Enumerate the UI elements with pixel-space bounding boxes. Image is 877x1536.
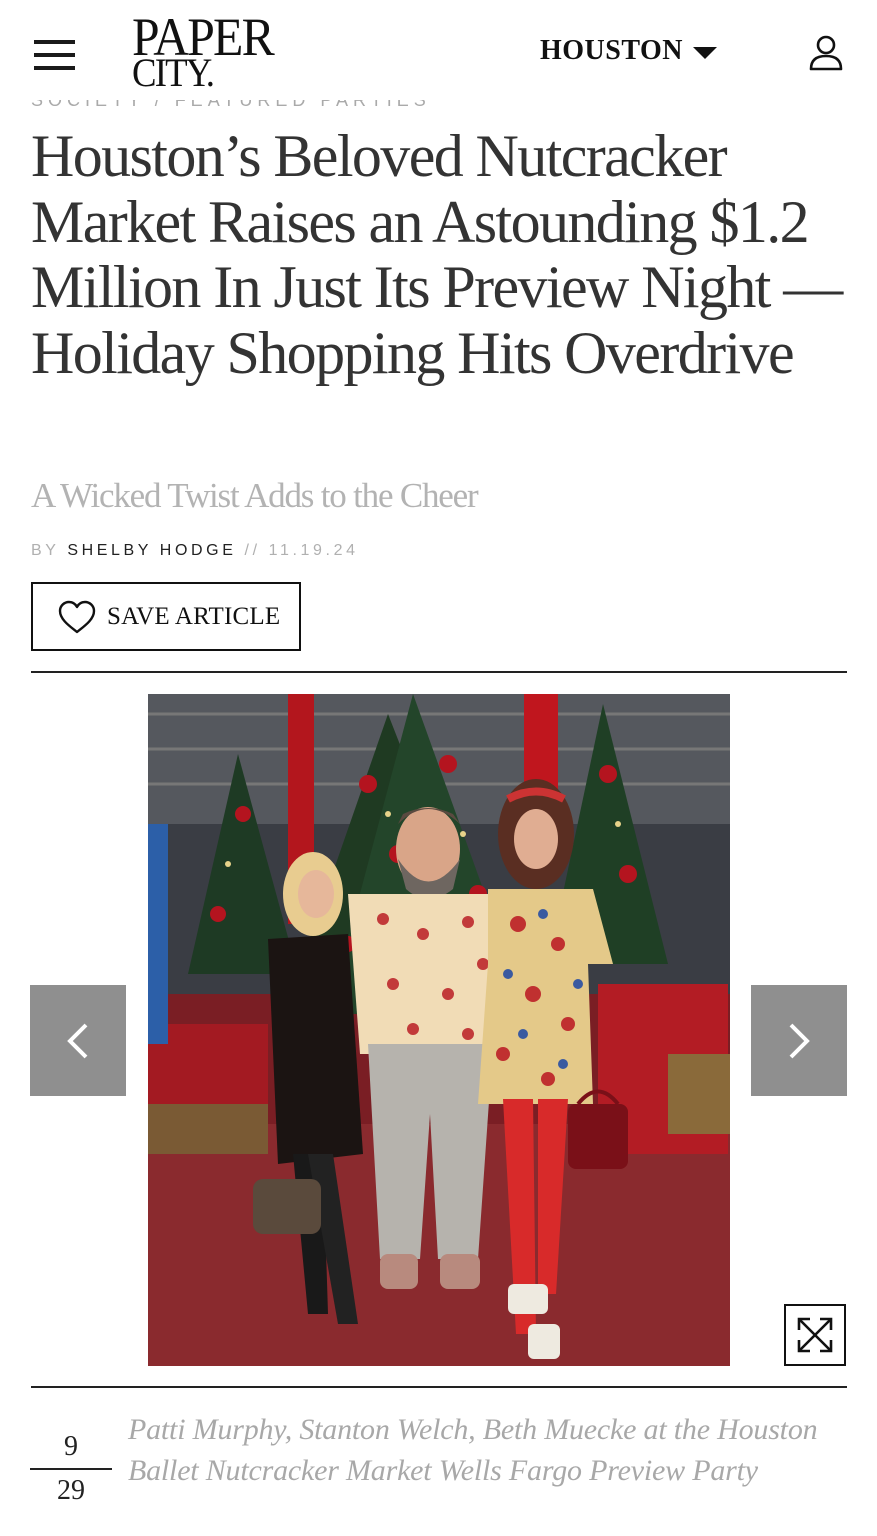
byline-prefix: BY [31,542,60,559]
site-header: PAPER CITY. HOUSTON [0,0,877,100]
divider-bottom [31,1386,847,1388]
gallery-photo[interactable] [148,694,730,1366]
chevron-left-icon [67,1023,88,1058]
gallery-prev-button[interactable] [30,985,126,1096]
date-separator: // [244,542,261,559]
kicker-text: SOCIETY / FEATURED PARTIES [31,100,431,110]
expand-photo-button[interactable] [784,1304,846,1366]
article-headline: Houston’s Beloved Nutcracker Market Rais… [31,123,843,386]
expand-arrows-icon [797,1317,833,1353]
caret-down-icon [693,47,718,59]
article-kicker[interactable]: SOCIETY / FEATURED PARTIES [31,100,851,114]
chevron-right-icon [789,1023,810,1058]
save-article-label: SAVE ARTICLE [107,602,281,630]
gallery-next-button[interactable] [751,985,847,1096]
logo-line-2: CITY. [132,50,215,95]
menu-bar [34,40,75,44]
byline: BY SHELBY HODGE // 11.19.24 [31,540,359,562]
menu-bar [34,66,75,70]
save-article-button[interactable]: SAVE ARTICLE [31,582,301,651]
divider-top [31,671,847,673]
gallery-current-index: 9 [64,1431,78,1462]
city-selector[interactable]: HOUSTON [540,33,718,69]
gallery-photo-illustration [148,694,730,1366]
heart-outline-icon [58,600,96,633]
gallery-total-count: 29 [57,1475,85,1506]
counter-divider [30,1468,112,1470]
publish-date: 11.19.24 [268,542,359,559]
menu-bar [34,53,75,57]
paper-city-logo[interactable]: PAPER CITY. [132,10,302,95]
photo-caption: Patti Murphy, Stanton Welch, Beth Muecke… [128,1413,818,1487]
gallery-counter: 9 29 [30,1430,112,1508]
author-link[interactable]: SHELBY HODGE [67,542,236,559]
city-selector-label: HOUSTON [540,35,684,66]
article-subhead: A Wicked Twist Adds to the Cheer [31,476,479,515]
hamburger-menu-icon[interactable] [34,40,76,72]
user-icon[interactable] [808,34,844,72]
